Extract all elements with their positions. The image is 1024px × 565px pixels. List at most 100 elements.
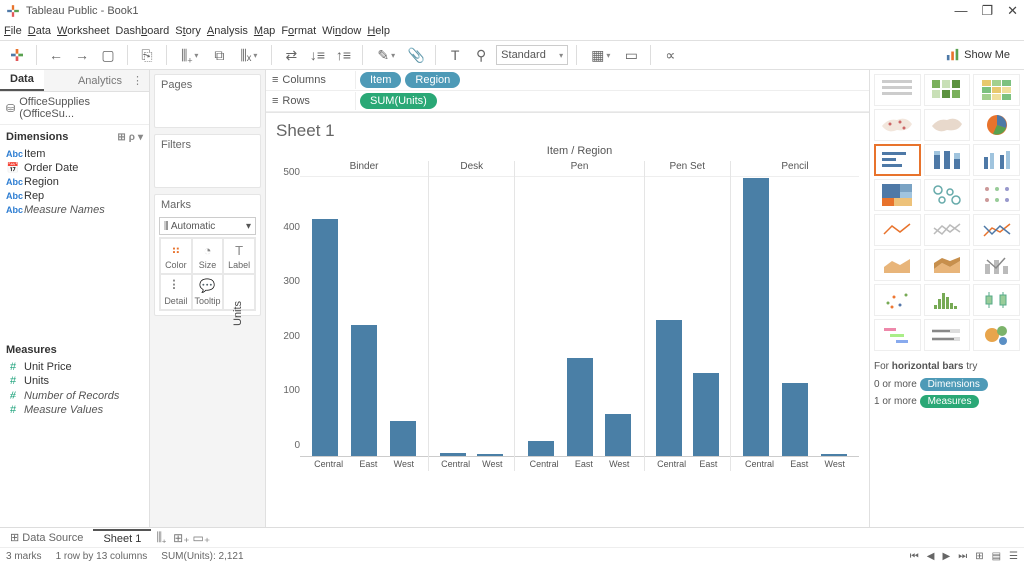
- minimize-button[interactable]: —: [954, 3, 967, 19]
- sort-asc-button[interactable]: ↓≡: [306, 44, 328, 66]
- nav-prev-icon[interactable]: ◀: [927, 551, 935, 562]
- tab-analytics[interactable]: Analytics: [68, 72, 132, 90]
- close-button[interactable]: ✕: [1007, 3, 1018, 19]
- menu-data[interactable]: Data: [28, 25, 51, 37]
- field-measure-values[interactable]: #Measure Values: [4, 403, 145, 417]
- pill-sum-units[interactable]: SUM(Units): [360, 93, 437, 109]
- bar[interactable]: [477, 454, 503, 456]
- viz-line-cont[interactable]: [874, 214, 921, 246]
- viz-dual-line[interactable]: [973, 214, 1020, 246]
- bar[interactable]: [567, 358, 593, 456]
- mark-color[interactable]: ⠶Color: [160, 238, 192, 274]
- field-rep[interactable]: AbcRep: [4, 189, 145, 203]
- field-number-of-records[interactable]: ⧣Number of Records: [4, 388, 145, 403]
- mark-size[interactable]: ◔Size: [192, 238, 224, 274]
- bar[interactable]: [351, 325, 377, 456]
- fit-dropdown[interactable]: Standard▾: [496, 45, 568, 65]
- cards-button[interactable]: ▦▾: [585, 44, 616, 66]
- viz-text-table[interactable]: [874, 74, 921, 106]
- maximize-button[interactable]: ❐: [981, 3, 993, 19]
- bar[interactable]: [312, 219, 338, 456]
- bar[interactable]: [656, 320, 682, 456]
- bar[interactable]: [782, 383, 808, 456]
- filters-card[interactable]: Filters: [154, 134, 261, 188]
- viz-pie[interactable]: [973, 109, 1020, 141]
- pill-region[interactable]: Region: [405, 72, 460, 88]
- clear-button[interactable]: ⫼ₓ▾: [234, 44, 263, 66]
- sheet1-tab[interactable]: Sheet 1: [93, 529, 151, 547]
- bar[interactable]: [743, 178, 769, 456]
- mark-label[interactable]: TLabel: [223, 238, 255, 274]
- viz-symbol-map[interactable]: [874, 109, 921, 141]
- pill-item[interactable]: Item: [360, 72, 401, 88]
- viz-packed-bubbles[interactable]: [973, 319, 1020, 351]
- new-story-tab[interactable]: ▭₊: [191, 531, 211, 545]
- share-button[interactable]: ∝: [659, 44, 681, 66]
- field-order-date[interactable]: 📅Order Date: [4, 161, 145, 175]
- swap-button[interactable]: ⇄: [280, 44, 302, 66]
- mark-type-dropdown[interactable]: ⫼ Automatic▾: [159, 217, 256, 235]
- mark-tooltip[interactable]: 💬Tooltip: [192, 274, 224, 310]
- viz-horizontal-bar[interactable]: [874, 144, 921, 176]
- tableau-icon[interactable]: [6, 44, 28, 66]
- viz-side-circles[interactable]: [973, 179, 1020, 211]
- bar[interactable]: [528, 441, 554, 456]
- new-dashboard-tab[interactable]: ⊞₊: [171, 531, 191, 545]
- sort-desc-button[interactable]: ↑≡: [332, 44, 354, 66]
- field-item[interactable]: AbcItem: [4, 147, 145, 161]
- nav-first-icon[interactable]: ⏮: [910, 551, 919, 562]
- field-region[interactable]: AbcRegion: [4, 175, 145, 189]
- menu-file[interactable]: File: [4, 25, 22, 37]
- viz-area-cont[interactable]: [874, 249, 921, 281]
- view-toggle-icon[interactable]: ⊞: [117, 132, 125, 143]
- sheet-title[interactable]: Sheet 1: [266, 113, 869, 145]
- new-worksheet-button[interactable]: ⫼₊▾: [175, 44, 204, 66]
- rows-shelf[interactable]: ≡Rows SUM(Units): [266, 91, 869, 112]
- columns-shelf[interactable]: ≡Columns Item Region: [266, 70, 869, 91]
- search-icon[interactable]: ρ: [129, 132, 135, 143]
- labels-button[interactable]: T: [444, 44, 466, 66]
- viz-circle-views[interactable]: [924, 179, 971, 211]
- forward-button[interactable]: →: [71, 44, 93, 66]
- menu-format[interactable]: Format: [281, 25, 316, 37]
- new-worksheet-tab[interactable]: ⫼₊: [151, 530, 171, 545]
- field-unit-price[interactable]: #Unit Price: [4, 360, 145, 374]
- viz-highlight-table[interactable]: [973, 74, 1020, 106]
- data-source-tab[interactable]: ⊞ Data Source: [0, 529, 93, 546]
- bar[interactable]: [605, 414, 631, 456]
- view-list-icon[interactable]: ☰: [1009, 551, 1018, 562]
- viz-line-discrete[interactable]: [924, 214, 971, 246]
- view-grid-icon[interactable]: ⊞: [975, 551, 983, 562]
- menu-map[interactable]: Map: [254, 25, 275, 37]
- field-measure-names[interactable]: AbcMeasure Names: [4, 203, 145, 217]
- menu-icon[interactable]: ▾: [138, 132, 143, 143]
- bar[interactable]: [440, 453, 466, 456]
- field-units[interactable]: #Units: [4, 374, 145, 388]
- menu-story[interactable]: Story: [175, 25, 201, 37]
- viz-dual-combo[interactable]: [973, 249, 1020, 281]
- menu-dashboard[interactable]: Dashboard: [115, 25, 169, 37]
- attach-button[interactable]: 📎: [405, 44, 427, 66]
- viz-scatter[interactable]: [874, 284, 921, 316]
- tab-more-icon[interactable]: ⋮: [132, 74, 143, 87]
- bar[interactable]: [821, 454, 847, 456]
- back-button[interactable]: ←: [45, 44, 67, 66]
- viz-heat-map[interactable]: [924, 74, 971, 106]
- bar[interactable]: [693, 373, 719, 456]
- save-button[interactable]: ▢: [97, 44, 119, 66]
- viz-stacked-bar[interactable]: [924, 144, 971, 176]
- bar[interactable]: [390, 421, 416, 456]
- viz-treemap[interactable]: [874, 179, 921, 211]
- duplicate-button[interactable]: ⧉: [208, 44, 230, 66]
- tab-data[interactable]: Data: [0, 70, 44, 91]
- viz-histogram[interactable]: [924, 284, 971, 316]
- presentation-button[interactable]: ▭: [620, 44, 642, 66]
- viz-gantt[interactable]: [874, 319, 921, 351]
- datasource-item[interactable]: ⛁ OfficeSupplies (OfficeSu...: [0, 92, 149, 125]
- viz-filled-map[interactable]: [924, 109, 971, 141]
- view-filmstrip-icon[interactable]: ▤: [992, 551, 1001, 562]
- viz-area-discrete[interactable]: [924, 249, 971, 281]
- menu-worksheet[interactable]: Worksheet: [57, 25, 109, 37]
- highlight-button[interactable]: ✎▾: [371, 44, 401, 66]
- nav-next-icon[interactable]: ▶: [942, 551, 950, 562]
